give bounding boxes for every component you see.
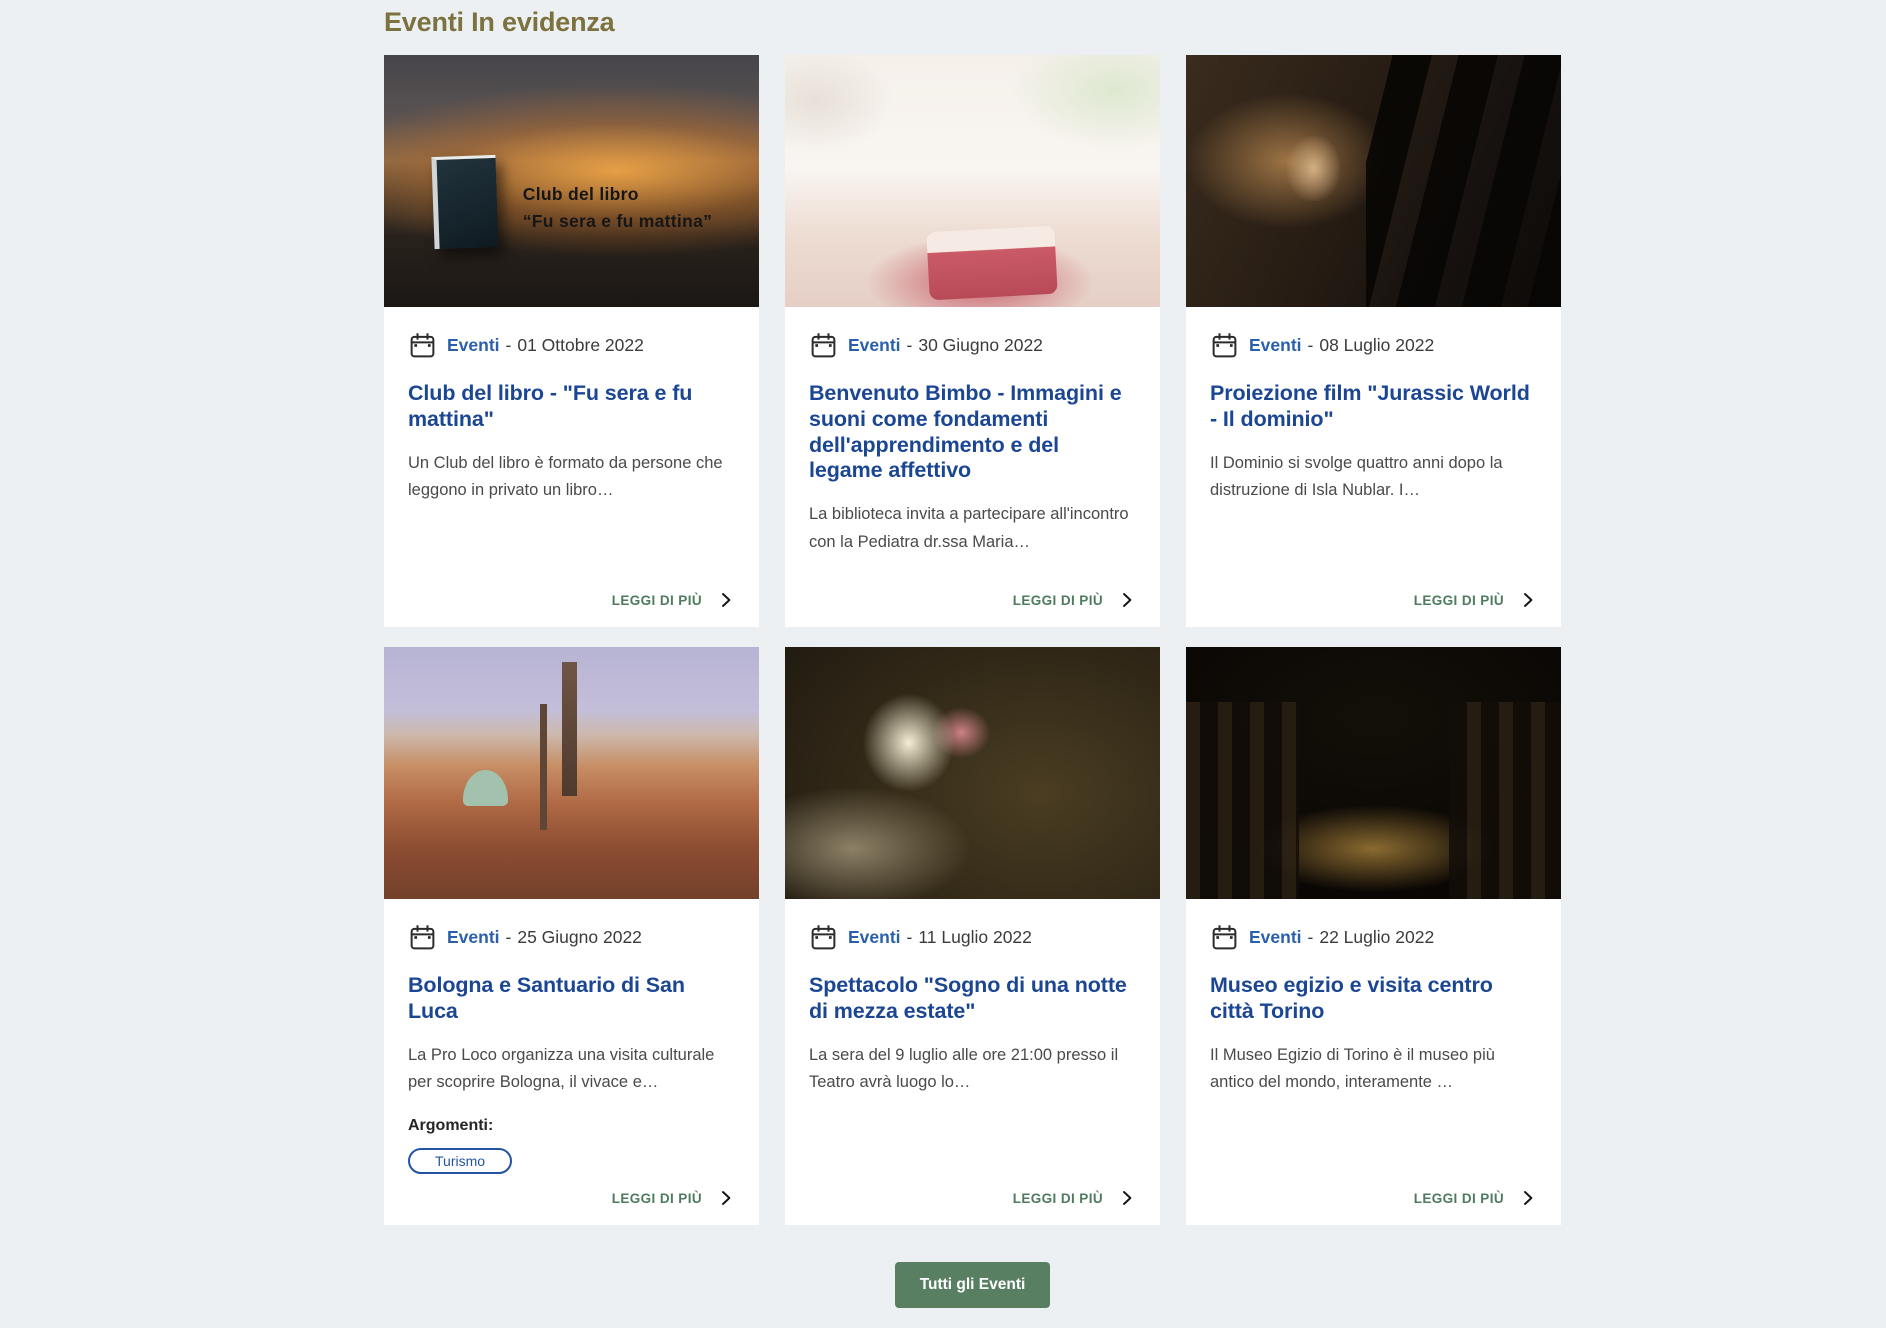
read-more-link[interactable]: LEGGI DI PIÙ [1210,577,1537,609]
topics-row: Turismo [408,1148,735,1174]
event-meta: Eventi - 08 Luglio 2022 [1210,331,1537,360]
image-caption: Club del libro “Fu sera e fu mattina” [523,181,712,235]
event-title-link[interactable]: Proiezione film "Jurassic World - Il dom… [1210,381,1537,433]
date-separator: - [907,927,913,948]
chevron-right-icon [717,1189,735,1207]
calendar-icon [809,923,838,952]
event-meta: Eventi - 11 Luglio 2022 [809,923,1136,952]
event-excerpt: La Pro Loco organizza una visita cultura… [408,1042,735,1097]
date-separator: - [1308,927,1314,948]
event-category-link[interactable]: Eventi [1249,927,1302,948]
event-card: Eventi - 08 Luglio 2022 Proiezione film … [1186,55,1561,627]
event-meta: Eventi - 22 Luglio 2022 [1210,923,1537,952]
event-image-club-del-libro[interactable]: Club del libro “Fu sera e fu mattina” [384,55,759,307]
calendar-icon [408,331,437,360]
event-image-museo-egizio[interactable] [1186,647,1561,899]
event-image-sogno-notte-mezza-estate[interactable] [785,647,1160,899]
event-excerpt: Il Dominio si svolge quattro anni dopo l… [1210,450,1537,505]
event-card: Eventi - 30 Giugno 2022 Benvenuto Bimbo … [785,55,1160,627]
events-grid: Club del libro “Fu sera e fu mattina” Ev [384,55,1561,1225]
date-separator: - [1308,335,1314,356]
calendar-icon [809,331,838,360]
date-separator: - [907,335,913,356]
all-events-button[interactable]: Tutti gli Eventi [895,1262,1051,1308]
chevron-right-icon [1118,591,1136,609]
event-category-link[interactable]: Eventi [848,335,901,356]
event-image-jurassic-world[interactable] [1186,55,1561,307]
event-date: 22 Luglio 2022 [1319,927,1434,948]
read-more-link[interactable]: LEGGI DI PIÙ [408,577,735,609]
featured-events-section: Eventi In evidenza Club del libro “Fu se… [384,7,1561,1308]
calendar-icon [408,923,437,952]
event-category-link[interactable]: Eventi [447,335,500,356]
event-excerpt: La sera del 9 luglio alle ore 21:00 pres… [809,1042,1136,1097]
event-title-link[interactable]: Benvenuto Bimbo - Immagini e suoni come … [809,381,1136,484]
event-excerpt: Un Club del libro è formato da persone c… [408,450,735,505]
date-separator: - [506,927,512,948]
event-date: 30 Giugno 2022 [918,335,1043,356]
read-more-link[interactable]: LEGGI DI PIÙ [809,1175,1136,1207]
calendar-icon [1210,331,1239,360]
event-card: Eventi - 11 Luglio 2022 Spettacolo "Sogn… [785,647,1160,1225]
read-more-link[interactable]: LEGGI DI PIÙ [1210,1175,1537,1207]
event-date: 01 Ottobre 2022 [517,335,643,356]
calendar-icon [1210,923,1239,952]
read-more-link[interactable]: LEGGI DI PIÙ [408,1175,735,1207]
event-category-link[interactable]: Eventi [447,927,500,948]
event-date: 11 Luglio 2022 [918,927,1032,948]
topics-label: Argomenti: [408,1117,735,1135]
all-events-row: Tutti gli Eventi [384,1262,1561,1308]
book-cover-graphic [431,155,498,249]
event-image-bologna-san-luca[interactable] [384,647,759,899]
read-more-link[interactable]: LEGGI DI PIÙ [809,577,1136,609]
event-category-link[interactable]: Eventi [848,927,901,948]
event-meta: Eventi - 25 Giugno 2022 [408,923,735,952]
event-category-link[interactable]: Eventi [1249,335,1302,356]
event-meta: Eventi - 30 Giugno 2022 [809,331,1136,360]
date-separator: - [506,335,512,356]
event-excerpt: La biblioteca invita a partecipare all'i… [809,501,1136,556]
event-title-link[interactable]: Museo egizio e visita centro città Torin… [1210,973,1537,1025]
event-image-benvenuto-bimbo[interactable] [785,55,1160,307]
section-title: Eventi In evidenza [384,7,1561,38]
event-card: Eventi - 25 Giugno 2022 Bologna e Santua… [384,647,759,1225]
chevron-right-icon [1519,591,1537,609]
chevron-right-icon [717,591,735,609]
chevron-right-icon [1118,1189,1136,1207]
event-date: 08 Luglio 2022 [1319,335,1434,356]
event-meta: Eventi - 01 Ottobre 2022 [408,331,735,360]
event-title-link[interactable]: Spettacolo "Sogno di una notte di mezza … [809,973,1136,1025]
event-title-link[interactable]: Club del libro - "Fu sera e fu mattina" [408,381,735,433]
event-card: Club del libro “Fu sera e fu mattina” Ev [384,55,759,627]
event-card: Eventi - 22 Luglio 2022 Museo egizio e v… [1186,647,1561,1225]
event-excerpt: Il Museo Egizio di Torino è il museo più… [1210,1042,1537,1097]
chevron-right-icon [1519,1189,1537,1207]
event-title-link[interactable]: Bologna e Santuario di San Luca [408,973,735,1025]
topic-chip-turismo[interactable]: Turismo [408,1148,512,1174]
event-date: 25 Giugno 2022 [517,927,642,948]
